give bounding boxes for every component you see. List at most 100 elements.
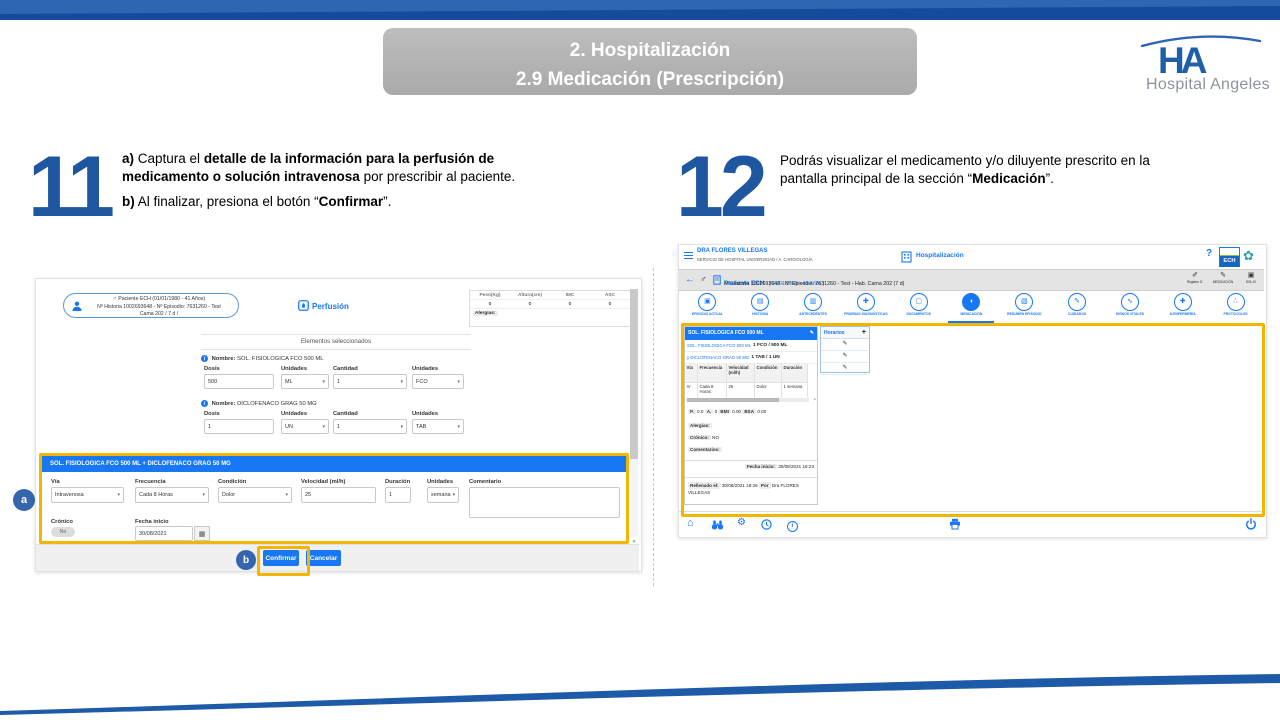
tab-protocolos[interactable]: ∴PROTOCOLOS [1209,291,1262,322]
chevron-down-icon: ▾ [400,379,403,385]
element-1-name: i Nombre: SOL. FISIOLOGICA FCO 500 ML [201,355,323,362]
card-table-header: Vía Frecuencia Velocidad (ml/h) Condició… [685,364,817,383]
gear-icon[interactable]: ⚙ [737,517,746,529]
section-nav: ▣EPISODIO ACTUAL ▤HISTORIA ▥ANTECEDENTES… [681,291,1262,322]
chevron-down-icon: ▾ [285,492,288,498]
condicion-label: Condición [218,479,246,485]
home-icon[interactable]: ⌂ [687,517,694,529]
tab-antecedentes[interactable]: ▥ANTECEDENTES [787,291,840,322]
tab-medicacion[interactable]: ◗MEDICACIÓN [945,291,998,322]
unidades-select[interactable]: semana▾ [427,487,459,503]
horarios-title: Horarios [824,330,845,336]
pencil-icon: ✎ [842,365,847,371]
unidades-select[interactable]: ML▾ [281,374,329,389]
printer-icon[interactable] [949,518,961,530]
soliv-action[interactable]: ▣ SOL.IV [1237,272,1265,284]
slide-title-line1: 2. Hospitalización [383,37,917,66]
cantidad-stepper[interactable]: 1▾ [333,374,407,389]
step-11b-text: b) Al finalizar, presiona el botón “Conf… [122,193,520,211]
tab-pruebas-diagnosticas[interactable]: ✚PRUEBAS DIAGNÓSTICAS [839,291,892,322]
card-cronico: Crónico: NO [688,435,814,440]
unidades2-select[interactable]: TAB▾ [412,419,464,434]
tab-signos-vitales[interactable]: ∿SIGNOS VITALES [1104,291,1157,322]
comentario-label: Comentario [469,479,501,485]
elementos-seleccionados-header: Elementos seleccionados [201,334,471,350]
tab-documentos[interactable]: ▢DOCUMENTOS [892,291,945,322]
scrollbar-thumb[interactable] [630,289,638,459]
chevron-down-icon: ▾ [202,492,205,498]
slide-title: 2. Hospitalización 2.9 Medicación (Presc… [383,28,917,95]
chevron-down-icon: ▾ [322,424,325,430]
horario-row[interactable]: ✎ [821,351,869,363]
unidades-select[interactable]: UN▾ [281,419,329,434]
step-11-text: a) Captura el detalle de la información … [122,150,520,217]
fecha-inicio-input[interactable] [135,526,193,541]
comentario-textarea[interactable] [469,487,620,518]
antecedentes-icon: ▥ [804,293,822,311]
medicacion-action[interactable]: ✎ MEDICACIÓN [1209,272,1237,284]
asc-header: ASC [590,291,630,299]
document-icon [713,275,721,285]
info-icon[interactable]: i [787,518,798,532]
frecuencia-select[interactable]: Cada 8 Horas▾ [135,487,209,503]
horario-row[interactable]: ✎ [821,339,869,351]
search-binoculars-icon[interactable] [711,520,724,530]
help-icon[interactable]: ? [1206,248,1212,259]
info-icon: i [201,355,208,362]
cantidad-stepper[interactable]: 1▾ [333,419,407,434]
imc-value: 0 [550,300,590,308]
registro-action[interactable]: ✐ Registro G. [1181,272,1209,284]
unidades2-select[interactable]: FCO▾ [412,374,464,389]
scrollbar-right-arrow[interactable]: ▸ [814,397,816,401]
via-select[interactable]: Intravenosa▾ [51,487,124,503]
horario-row[interactable]: ✎ [821,363,869,375]
tab-cuidados[interactable]: ✎CUIDADOS [1051,291,1104,322]
patient-icon [71,300,83,312]
menu-icon[interactable] [684,252,693,261]
cronico-toggle[interactable]: No [51,527,75,537]
chevron-down-icon: ▾ [457,424,460,430]
velocidad-input[interactable] [301,487,376,503]
center-divider [653,268,654,586]
edit-pencil-icon[interactable]: ✎ [810,327,814,340]
scrollbar-thumb[interactable] [687,398,779,402]
chevron-down-icon: ▾ [453,492,456,498]
power-icon[interactable] [1245,518,1257,530]
tab-episodio-actual[interactable]: ▣EPISODIO ACTUAL [681,291,734,322]
add-icon[interactable]: + [862,329,866,336]
monitor-icon: ▣ [1237,272,1265,280]
duracion-input[interactable] [385,487,411,503]
confirmar-button[interactable]: Confirmar [263,550,299,566]
card-table-row: IV Cada 8 Horas 25 Dolor 1 semana [685,383,817,398]
card-rellenado: Rellenado el: 30/08/2021 18:26 Por Dra F… [688,482,814,497]
step-11-number: 11 [28,148,111,226]
medication-card-header: SOL. FISIOLOGICA FCO 500 ML ✎ [685,327,817,340]
top-band-decoration [0,0,1280,20]
doctor-name: DRA FLORES VILLEGAS [697,248,767,254]
unidades-label: Unidades [281,411,307,417]
card-comentarios: Comentarios: [688,447,814,452]
tab-resumen-episodio[interactable]: ▧RESUMEN EPISODIO [998,291,1051,322]
patient-summary-text: ♂ Paciente ECH (01/01/1980 - 41 Años) Nº… [84,296,234,319]
top-band-swoosh [0,0,1280,20]
back-icon[interactable]: ← [685,274,695,285]
calendar-button[interactable]: ▦ [194,526,210,541]
tab-enfermeria[interactable]: ✚N.ENFERMERÍA [1156,291,1209,322]
condicion-select[interactable]: Dolor▾ [218,487,292,503]
clock-icon[interactable] [761,519,772,530]
cancelar-button[interactable]: Cancelar [306,550,341,566]
duracion-label: Duración [385,479,410,485]
cronico-label: Crónico [51,519,73,525]
tab-historia[interactable]: ▤HISTORIA [734,291,787,322]
fecha-inicio-label: Fecha inicio [135,519,169,525]
male-icon: ♂ [113,296,117,302]
patient-summary-pill[interactable]: ♂ Paciente ECH (01/01/1980 - 41 Años) Nº… [63,293,239,318]
medicacion-icon: ◗ [962,293,980,311]
step-12-number: 12 [676,148,764,226]
dosis-input[interactable] [204,419,274,434]
asc-value: 0 [590,300,630,308]
dosis-input[interactable] [204,374,274,389]
perfusion-detail-header: SOL. FISIOLOGICA FCO 500 ML + DICLOFENAC… [42,456,626,472]
pruebas-icon: ✚ [857,293,875,311]
altura-value: 0 [510,300,550,308]
